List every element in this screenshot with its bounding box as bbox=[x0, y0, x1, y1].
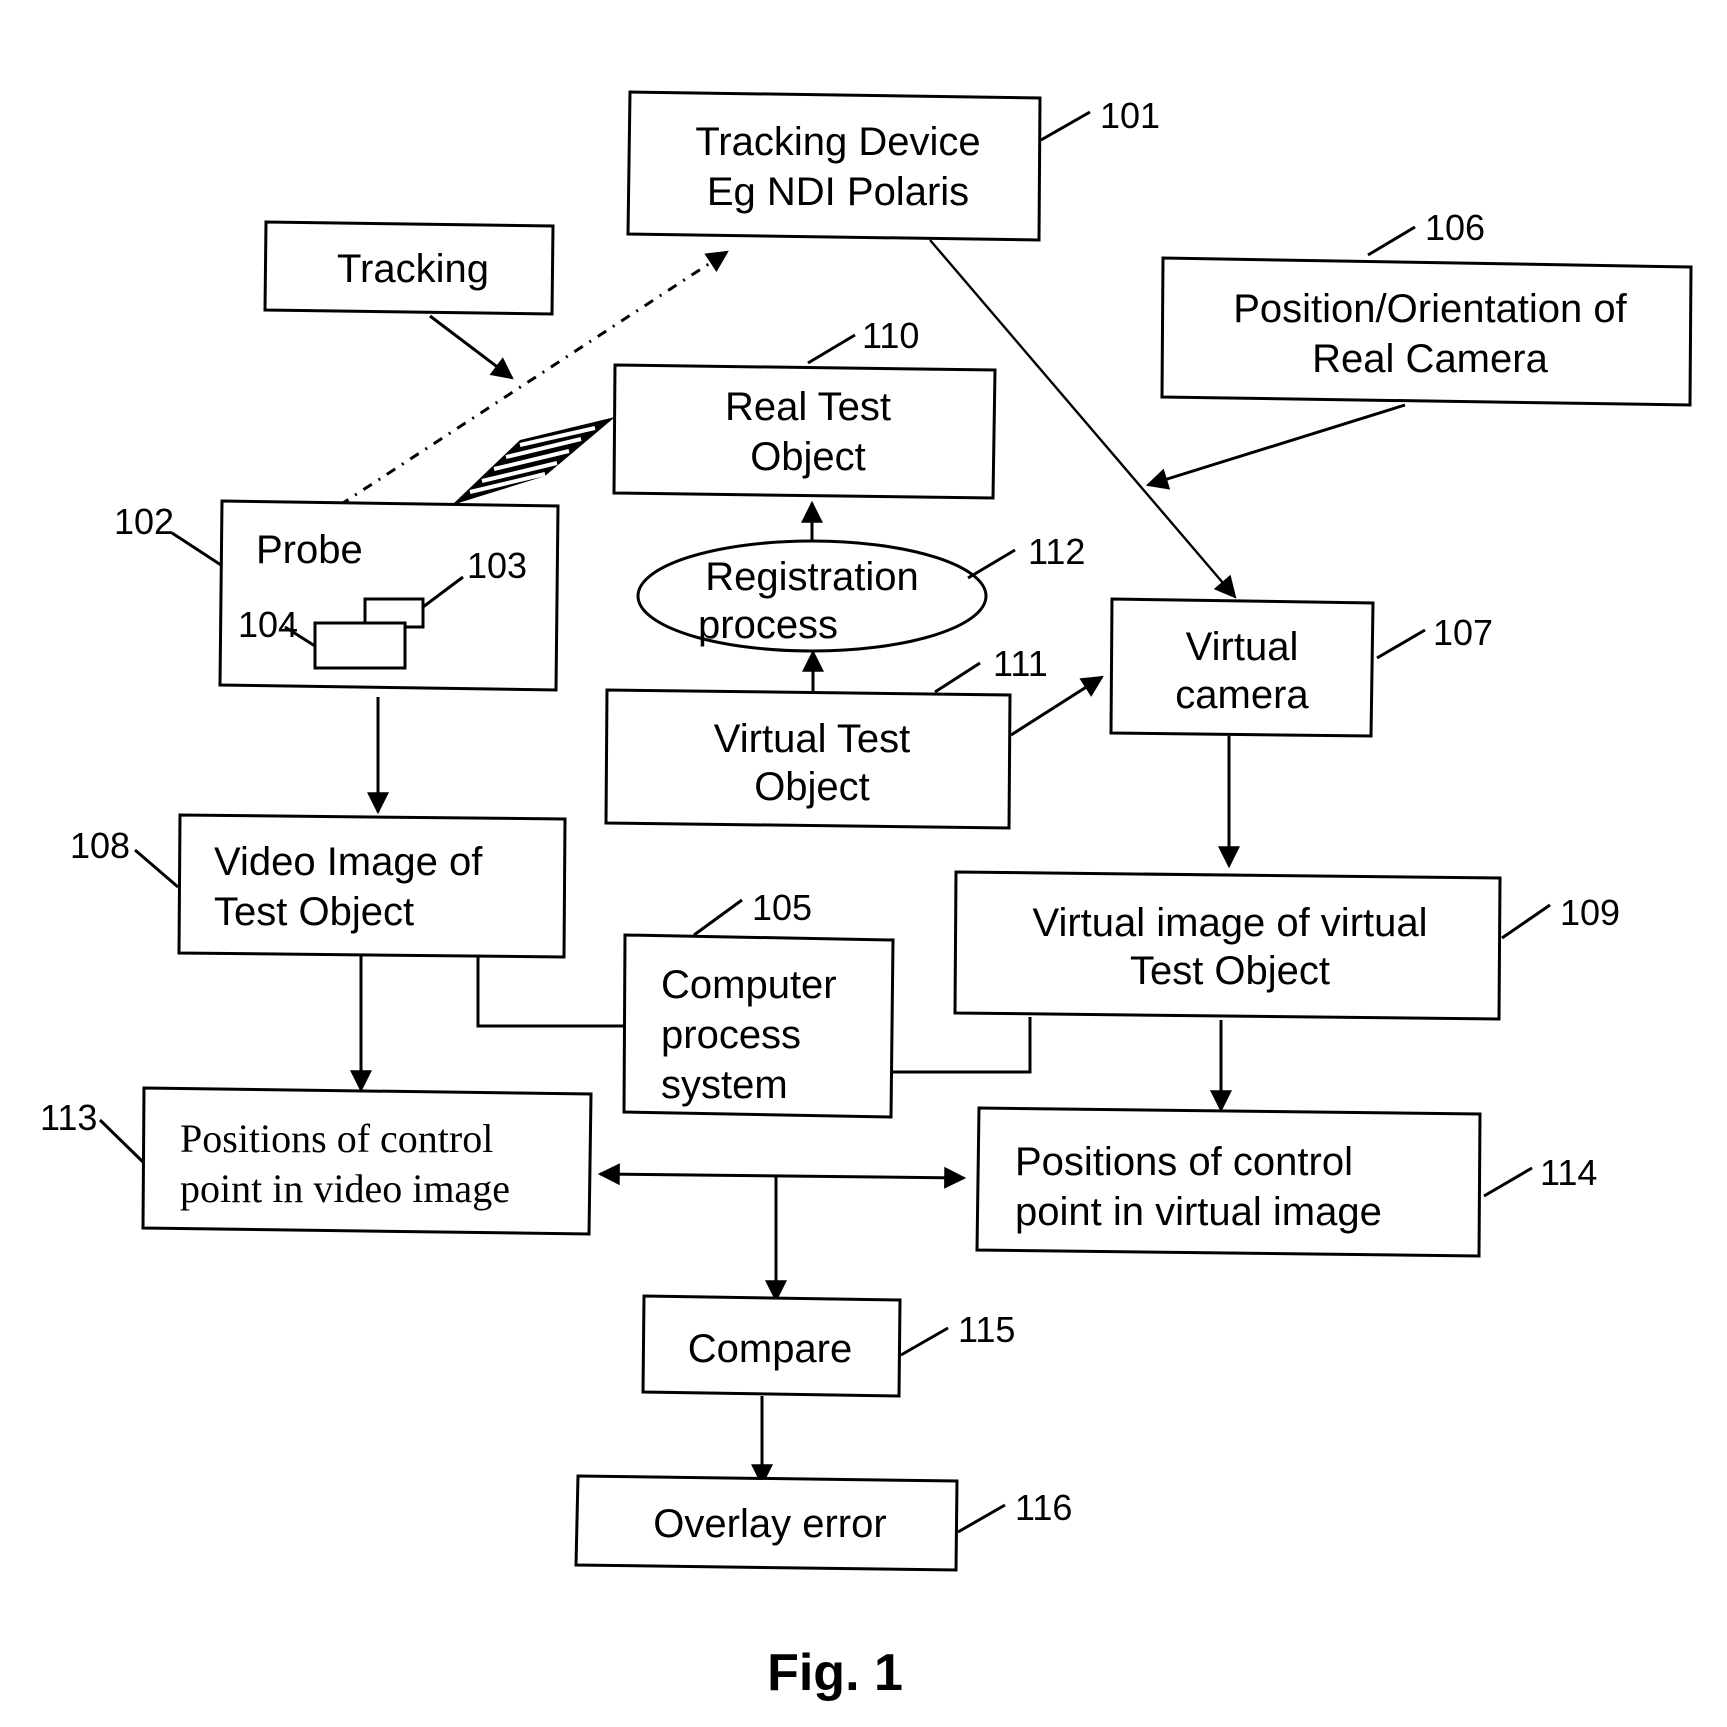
node-virtual-image: Virtual image of virtual Test Object 109 bbox=[953, 870, 1620, 1021]
node-label: Overlay error bbox=[653, 1502, 886, 1546]
arrow-position-to-line bbox=[1145, 403, 1406, 490]
ref-number: 107 bbox=[1433, 612, 1493, 653]
probe-marker-104 bbox=[313, 621, 407, 670]
node-label: Positions of control bbox=[180, 1116, 493, 1161]
ref-number: 112 bbox=[1028, 531, 1085, 572]
node-probe: Probe 103 104 102 bbox=[114, 499, 560, 692]
node-label: point in virtual image bbox=[1015, 1190, 1382, 1234]
arrow-tracking bbox=[429, 314, 514, 380]
ref-number: 110 bbox=[862, 315, 919, 356]
node-virtual-test-object: Virtual Test Object 111 bbox=[604, 643, 1048, 830]
node-label: Video Image of bbox=[214, 840, 483, 884]
node-label: Real Test bbox=[725, 385, 891, 429]
node-label: Compare bbox=[688, 1327, 853, 1371]
node-label: Eg NDI Polaris bbox=[707, 170, 969, 214]
node-tracking-device: Tracking Device Eg NDI Polaris 101 bbox=[626, 90, 1160, 242]
node-overlay-error: Overlay error 116 bbox=[574, 1474, 1072, 1572]
ref-number: 116 bbox=[1015, 1487, 1072, 1528]
link-virtual-image-to-computer bbox=[892, 1017, 1032, 1074]
node-label: Registration bbox=[705, 555, 918, 599]
node-compare: Compare 115 bbox=[641, 1294, 1015, 1398]
node-label: camera bbox=[1175, 673, 1309, 717]
arrow-virtual-object-to-virtual-camera bbox=[1010, 675, 1104, 737]
ref-number: 113 bbox=[40, 1097, 97, 1138]
node-video-image: Video Image of Test Object 108 bbox=[70, 813, 567, 959]
node-label: point in video image bbox=[180, 1166, 510, 1211]
node-label: process bbox=[698, 603, 838, 647]
ref-number: 108 bbox=[70, 825, 130, 866]
node-tracking: Tracking bbox=[263, 220, 555, 316]
ref-number: 101 bbox=[1100, 95, 1160, 136]
block-diagram: Tracking Device Eg NDI Polaris 101 Track… bbox=[40, 90, 1693, 1702]
node-positions-video-image: Positions of control point in video imag… bbox=[40, 1086, 593, 1236]
node-label: Test Object bbox=[214, 890, 414, 934]
node-registration-process: Registration process 112 bbox=[636, 531, 1085, 653]
node-label: Tracking Device bbox=[695, 120, 980, 164]
node-label: Test Object bbox=[1130, 949, 1330, 993]
hatched-cable bbox=[452, 417, 615, 505]
node-label: Positions of control bbox=[1015, 1140, 1353, 1184]
node-label: Position/Orientation of bbox=[1233, 287, 1627, 331]
node-position-orientation: Position/Orientation of Real Camera 106 bbox=[1160, 207, 1693, 407]
node-real-test-object: Real Test Object 110 bbox=[612, 315, 997, 500]
node-label: Object bbox=[754, 765, 870, 809]
ref-number: 103 bbox=[467, 545, 527, 586]
node-label: Real Camera bbox=[1312, 337, 1548, 381]
node-label: Probe bbox=[256, 528, 363, 572]
node-label: Virtual bbox=[1186, 625, 1299, 669]
ref-number: 105 bbox=[752, 887, 812, 928]
node-computer-process-system: Computer process system 105 bbox=[622, 887, 895, 1119]
figure-caption: Fig. 1 bbox=[767, 1644, 903, 1702]
ref-number: 104 bbox=[238, 604, 298, 645]
ref-number: 115 bbox=[958, 1309, 1015, 1350]
node-label: process bbox=[661, 1013, 801, 1057]
ref-number: 111 bbox=[993, 643, 1048, 684]
ref-number: 109 bbox=[1560, 892, 1620, 933]
node-label: Virtual image of virtual bbox=[1033, 901, 1428, 945]
node-positions-virtual-image: Positions of control point in virtual im… bbox=[975, 1106, 1597, 1258]
node-virtual-camera: Virtual camera 107 bbox=[1109, 597, 1493, 738]
ref-number: 106 bbox=[1425, 207, 1485, 248]
link-video-to-computer bbox=[476, 957, 625, 1028]
double-arrow-positions bbox=[597, 1163, 967, 1189]
ref-number: 114 bbox=[1540, 1152, 1597, 1193]
node-label: Virtual Test bbox=[714, 717, 910, 761]
node-label: Computer bbox=[661, 963, 837, 1007]
ref-number: 102 bbox=[114, 501, 174, 542]
node-label: Object bbox=[750, 435, 866, 479]
node-label: system bbox=[661, 1063, 788, 1107]
node-label: Tracking bbox=[337, 247, 489, 291]
